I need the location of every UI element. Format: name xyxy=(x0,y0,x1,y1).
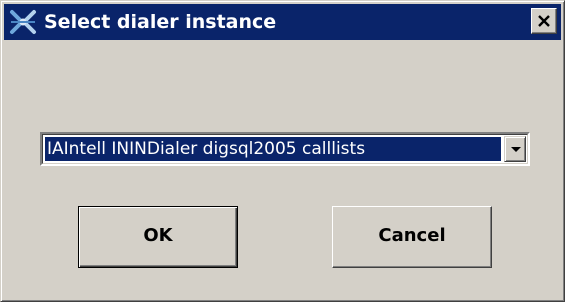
cancel-button[interactable]: Cancel xyxy=(332,206,492,268)
dialer-instance-selected-value[interactable]: IAIntell ININDialer digsql2005 calllists xyxy=(45,137,501,161)
close-button[interactable] xyxy=(531,8,557,34)
dialer-instance-select[interactable]: IAIntell ININDialer digsql2005 calllists xyxy=(40,132,530,166)
dropdown-arrow-icon xyxy=(511,147,521,152)
ok-button[interactable]: OK xyxy=(78,206,238,268)
dialer-app-icon xyxy=(9,9,37,35)
dropdown-button[interactable] xyxy=(504,136,526,162)
window-title: Select dialer instance xyxy=(44,11,277,33)
select-dialer-dialog: Select dialer instance IAIntell ININDial… xyxy=(0,0,565,302)
title-bar[interactable]: Select dialer instance xyxy=(4,4,561,40)
close-icon xyxy=(538,15,550,27)
dialer-instance-select-frame: IAIntell ININDialer digsql2005 calllists xyxy=(42,134,528,164)
